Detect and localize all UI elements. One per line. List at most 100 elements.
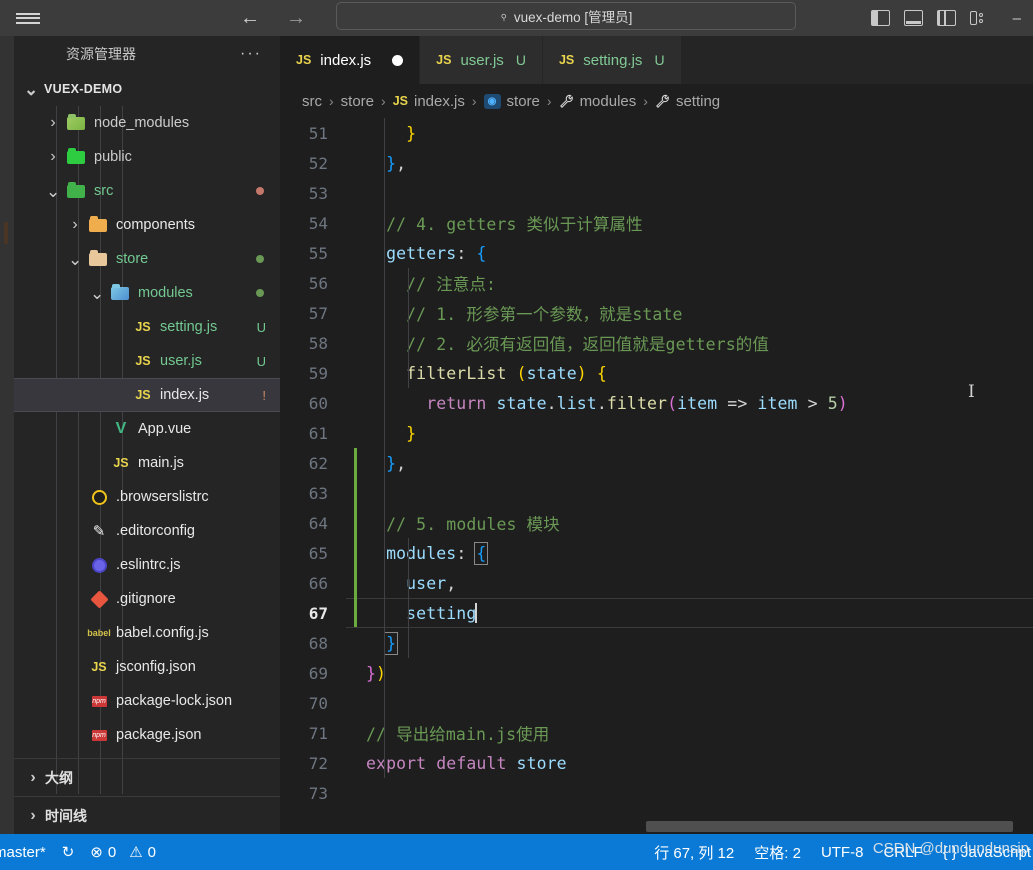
tree-item-package-json[interactable]: npm package.json [14, 718, 280, 752]
back-arrow-icon[interactable]: ← [240, 8, 260, 28]
editor-tab-index-js[interactable]: JS index.js [280, 36, 421, 84]
code-line[interactable]: 58 // 2. 必须有返回值，返回值就是getters的值 [280, 328, 1033, 358]
problems-status[interactable]: ⊗ 0 ⚠ 0 [90, 843, 156, 862]
code-line[interactable]: 59 filterList (state) { [280, 358, 1033, 388]
tree-item--gitignore[interactable]: .gitignore [14, 582, 280, 616]
line-number: 71 [308, 723, 328, 743]
activity-bar[interactable] [0, 36, 14, 834]
breadcrumb-item-store[interactable]: store [341, 93, 374, 110]
tree-item-src[interactable]: src [14, 174, 280, 208]
breadcrumb[interactable]: src › store › JS index.js › ◉ store › modules › sett… [280, 84, 1033, 118]
toggle-panel-icon[interactable] [904, 10, 923, 26]
code-line[interactable]: 62 }, [280, 448, 1033, 478]
git-change-indicator [354, 478, 357, 508]
tree-item-user-js[interactable]: JS user.js U [14, 344, 280, 378]
code-line[interactable]: 53 [280, 178, 1033, 208]
editor-tab-user-js[interactable]: JS user.js U [420, 36, 543, 84]
forward-arrow-icon[interactable]: → [286, 8, 306, 28]
breadcrumb-item-src[interactable]: src [302, 93, 322, 110]
more-actions-icon[interactable]: ··· [240, 45, 262, 63]
breadcrumb-label: src [302, 92, 322, 110]
editor-tab-setting-js[interactable]: JS setting.js U [542, 36, 682, 84]
code-line[interactable]: 56 // 注意点: [280, 268, 1033, 298]
code-editor[interactable]: 51 } 52 }, 53 54 // 4. getters 类似于计算属性 55 ge… [280, 118, 1033, 834]
folder-public-icon [67, 148, 87, 166]
editor-indent-guide [384, 118, 385, 778]
minimize-button[interactable]: – [1013, 10, 1021, 27]
cursor-position-status[interactable]: 行 67, 列 12 [654, 842, 734, 863]
unsaved-indicator[interactable] [392, 54, 404, 66]
tree-item-babel-config-js[interactable]: babel babel.config.js [14, 616, 280, 650]
tree-item--browserslistrc[interactable]: .browserslistrc [14, 480, 280, 514]
sync-changes-icon[interactable]: ↻ [62, 843, 75, 861]
encoding-status[interactable]: UTF-8 [821, 844, 864, 861]
tree-item-index-js[interactable]: JS index.js! [14, 378, 280, 412]
js-file-icon: JS [436, 53, 452, 67]
breadcrumb-item-store[interactable]: ◉ store [483, 93, 540, 110]
tree-item-label: jsconfig.json [116, 659, 196, 675]
code-lines[interactable]: 51 } 52 }, 53 54 // 4. getters 类似于计算属性 55 ge… [280, 118, 1033, 808]
code-line[interactable]: 71 // 导出给main.js使用 [280, 718, 1033, 748]
tree-item-app-vue[interactable]: V App.vue [14, 412, 280, 446]
editor-tab-bar[interactable]: JS index.js JS user.js U JS setting.js U [280, 36, 1033, 84]
tree-item-modules[interactable]: modules [14, 276, 280, 310]
file-tree[interactable]: node_modulespublic src components store modu… [14, 106, 280, 794]
git-branch-status[interactable]: master* [0, 844, 46, 861]
code-line[interactable]: 70 [280, 688, 1033, 718]
horizontal-scrollbar[interactable] [646, 821, 1013, 832]
folder-modules-icon [111, 284, 131, 302]
sidebar-section-outline[interactable]: 大纲 [14, 758, 280, 796]
tree-item-store[interactable]: store [14, 242, 280, 276]
code-line[interactable]: 54 // 4. getters 类似于计算属性 [280, 208, 1033, 238]
tree-item-jsconfig-json[interactable]: JS jsconfig.json [14, 650, 280, 684]
code-text: // 注意点: [406, 275, 497, 294]
vue-file-icon: V [115, 420, 127, 437]
code-line[interactable]: 55 getters: { [280, 238, 1033, 268]
quick-open-bar[interactable]: ⌕ vuex-demo [管理员] [336, 2, 796, 30]
code-line[interactable]: 64 // 5. modules 模块 [280, 508, 1033, 538]
code-line[interactable]: 69}) [280, 658, 1033, 688]
tree-item--eslintrc-js[interactable]: .eslintrc.js [14, 548, 280, 582]
tree-item-package-lock-json[interactable]: npm package-lock.json [14, 684, 280, 718]
toggle-primary-sidebar-icon[interactable] [871, 10, 890, 26]
tree-item-label: package-lock.json [116, 693, 233, 709]
code-line[interactable]: 72 export default store [280, 748, 1033, 778]
tree-item--editorconfig[interactable]: ✎ .editorconfig [14, 514, 280, 548]
tree-item-label: .browserslistrc [116, 489, 209, 505]
code-line[interactable]: 73 [280, 778, 1033, 808]
code-line[interactable]: 52 }, [280, 148, 1033, 178]
code-line[interactable]: 60 return state.list.filter(item => item… [280, 388, 1033, 418]
breadcrumb-item-index-js[interactable]: JS index.js [393, 92, 465, 110]
code-line[interactable]: 57 // 1. 形参第一个参数，就是state [280, 298, 1033, 328]
hamburger-menu-icon[interactable] [0, 10, 56, 26]
code-line[interactable]: 66 user, [280, 568, 1033, 598]
tree-item-setting-js[interactable]: JS setting.js U [14, 310, 280, 344]
code-line[interactable]: 51 } [280, 118, 1033, 148]
text-cursor [475, 603, 478, 623]
code-line[interactable]: 68 } [280, 628, 1033, 658]
toggle-secondary-sidebar-icon[interactable] [937, 10, 956, 26]
indentation-status[interactable]: 空格: 2 [754, 842, 801, 863]
tree-item-main-js[interactable]: JS main.js [14, 446, 280, 480]
sidebar-section-timeline[interactable]: 时间线 [14, 796, 280, 834]
js-file-icon: JS [135, 320, 151, 334]
code-text: // 1. 形参第一个参数，就是state [406, 305, 683, 324]
tree-item-node-modules[interactable]: node_modules [14, 106, 280, 140]
breadcrumb-item-setting[interactable]: setting [655, 93, 720, 110]
code-line[interactable]: 67 setting [280, 598, 1033, 628]
line-number: 64 [308, 513, 328, 533]
tree-item-components[interactable]: components [14, 208, 280, 242]
variable-icon: ◉ [483, 93, 501, 109]
breadcrumb-item-modules[interactable]: modules [559, 93, 636, 110]
code-line[interactable]: 65 modules: { [280, 538, 1033, 568]
tree-item-public[interactable]: public [14, 140, 280, 174]
wrench-icon [655, 94, 669, 108]
code-line[interactable]: 63 [280, 478, 1033, 508]
folder-status-dot [256, 289, 264, 297]
git-change-indicator [354, 448, 357, 478]
git-status-badge: U [256, 319, 266, 335]
customize-layout-icon[interactable] [970, 10, 989, 26]
code-line[interactable]: 61 } [280, 418, 1033, 448]
workspace-root-row[interactable]: VUEX-DEMO [14, 72, 280, 106]
code-text: // 导出给main.js使用 [366, 725, 550, 744]
